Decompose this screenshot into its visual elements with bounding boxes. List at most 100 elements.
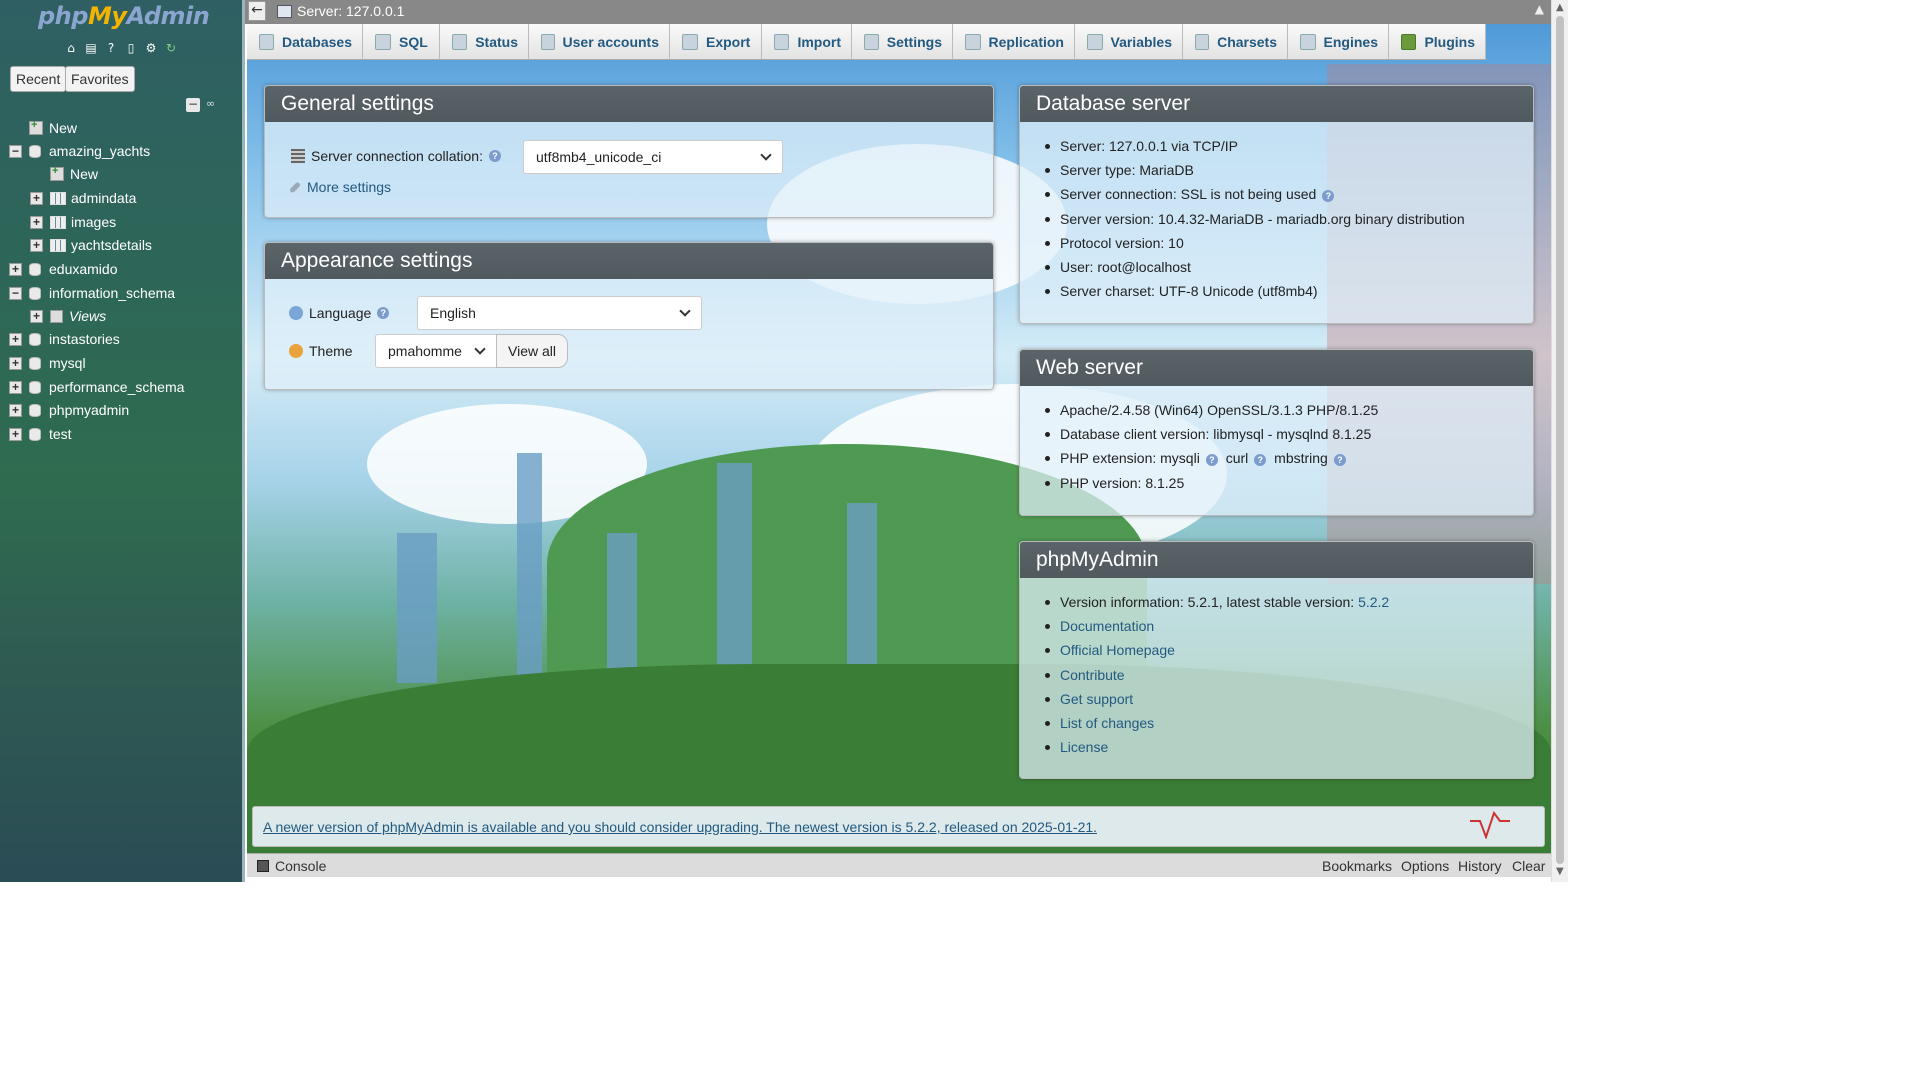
database-server-title: Database server [1020, 86, 1533, 122]
charsets-icon [1195, 33, 1210, 50]
tree-db-eduxamido[interactable]: + eduxamido [9, 258, 118, 280]
help-icon[interactable]: ? [1205, 453, 1218, 466]
tree-views[interactable]: + Views [30, 305, 106, 327]
help-icon[interactable]: ? [1254, 453, 1267, 466]
tab-variables[interactable]: Variables [1075, 24, 1183, 60]
recent-button[interactable]: Recent [10, 66, 67, 92]
console-toggle[interactable]: Console [275, 858, 326, 874]
more-settings-label[interactable]: More settings [307, 179, 391, 195]
tree-item-label: Views [69, 308, 107, 324]
list-item: PHP extension: mysqli? curl? mbstring? [1020, 446, 1533, 470]
tab-plugins[interactable]: Plugins [1389, 24, 1486, 60]
help-icon[interactable]: ? [1322, 189, 1335, 202]
collation-select[interactable]: utf8mb4_unicode_ci [523, 140, 783, 174]
tree-item-label: New [70, 166, 99, 182]
tab-sql[interactable]: SQL [363, 24, 440, 60]
database-icon [29, 332, 41, 346]
expand-icon[interactable]: + [9, 403, 22, 417]
expand-icon[interactable]: + [30, 215, 43, 229]
collapse-all-icon[interactable]: − [186, 98, 200, 112]
theme-select[interactable]: pmahomme [375, 334, 497, 368]
tab-label: Plugins [1424, 33, 1475, 50]
tree-db-instastories[interactable]: + instastories [9, 328, 120, 350]
console-history[interactable]: History [1458, 858, 1502, 874]
console-bar: Console Bookmarks Options History Clear [247, 853, 1551, 877]
collapse-icon[interactable]: − [9, 286, 22, 300]
help-icon[interactable]: ? [377, 307, 390, 319]
tab-import[interactable]: Import [762, 24, 852, 60]
documentation-link[interactable]: Documentation [1060, 618, 1154, 634]
expand-icon[interactable]: + [30, 238, 43, 252]
phpmyadmin-logo[interactable]: phpMyAdmin [38, 2, 210, 30]
tab-engines[interactable]: Engines [1288, 24, 1389, 60]
expand-icon[interactable]: + [30, 309, 43, 323]
more-settings-link[interactable]: More settings [288, 179, 391, 195]
console-clear[interactable]: Clear [1512, 858, 1545, 874]
favorites-button[interactable]: Favorites [65, 66, 135, 92]
list-of-changes-link[interactable]: List of changes [1060, 715, 1154, 731]
tree-new-database[interactable]: New [29, 117, 77, 139]
collapse-icon[interactable]: − [9, 144, 22, 158]
expand-icon[interactable]: + [9, 380, 22, 394]
console-options[interactable]: Options [1401, 858, 1449, 874]
expand-icon[interactable]: + [30, 191, 43, 205]
upgrade-notice-link[interactable]: A newer version of phpMyAdmin is availab… [263, 819, 1097, 835]
console-bookmarks[interactable]: Bookmarks [1322, 858, 1392, 874]
settings-icon[interactable]: ⚙ [143, 40, 159, 56]
tab-export[interactable]: Export [670, 24, 762, 60]
tree-db-mysql[interactable]: + mysql [9, 352, 86, 374]
view-all-themes-button[interactable]: View all [496, 334, 568, 368]
reload-icon[interactable]: ↻ [163, 40, 179, 56]
phpmyadmin-info-title: phpMyAdmin [1020, 542, 1533, 578]
language-select[interactable]: English [417, 296, 702, 330]
expand-icon[interactable]: + [9, 262, 22, 276]
tree-db-amazing-yachts[interactable]: − amazing_yachts [9, 140, 150, 162]
scroll-up-icon[interactable]: ▲ [1535, 2, 1544, 16]
get-support-link[interactable]: Get support [1060, 691, 1133, 707]
docs-icon[interactable]: ▯ [123, 40, 139, 56]
tab-user-accounts[interactable]: User accounts [529, 24, 670, 60]
latest-version-link[interactable]: 5.2.2 [1358, 594, 1389, 610]
tree-item-label: instastories [49, 331, 120, 347]
tree-db-performance-schema[interactable]: + performance_schema [9, 376, 184, 398]
tree-new-table[interactable]: New [50, 163, 98, 185]
license-link[interactable]: License [1060, 739, 1108, 755]
php-version: PHP version: 8.1.25 [1060, 474, 1185, 491]
home-icon[interactable]: ⌂ [63, 40, 79, 56]
tree-db-test[interactable]: + test [9, 423, 72, 445]
language-value: English [430, 305, 476, 321]
scroll-down-arrow-icon[interactable]: ▼ [1556, 866, 1564, 877]
help-icon[interactable]: ? [1333, 453, 1346, 466]
official-homepage-link[interactable]: Official Homepage [1060, 642, 1175, 658]
page-scrollbar[interactable]: ▲ ▼ [1551, 0, 1568, 882]
protocol-version: Protocol version: 10 [1060, 234, 1184, 251]
tree-db-phpmyadmin[interactable]: + phpmyadmin [9, 399, 129, 421]
server-breadcrumb[interactable]: Server: 127.0.0.1 [297, 3, 404, 19]
tab-charsets[interactable]: Charsets [1183, 24, 1288, 60]
help-icon[interactable]: ? [489, 150, 501, 162]
expand-icon[interactable]: + [9, 427, 22, 441]
tab-status[interactable]: Status [440, 24, 529, 60]
tree-item-label: images [71, 214, 117, 230]
general-settings-panel: General settings Server connection colla… [264, 85, 994, 218]
tab-databases[interactable]: Databases [247, 24, 363, 60]
expand-icon[interactable]: + [9, 356, 22, 370]
tab-replication[interactable]: Replication [953, 24, 1075, 60]
contribute-link[interactable]: Contribute [1060, 667, 1125, 683]
help-icon[interactable]: ? [103, 40, 119, 56]
tab-label: Variables [1110, 33, 1173, 50]
appearance-settings-title: Appearance settings [265, 243, 993, 279]
tree-table-images[interactable]: + images [30, 211, 116, 233]
tab-settings[interactable]: Settings [852, 24, 953, 60]
tree-table-admindata[interactable]: + admindata [30, 187, 136, 209]
link-with-main-icon[interactable]: ∞ [206, 97, 215, 110]
tree-table-yachtsdetails[interactable]: + yachtsdetails [30, 234, 152, 256]
tree-db-information-schema[interactable]: − information_schema [9, 282, 175, 304]
scroll-up-arrow-icon[interactable]: ▲ [1556, 2, 1564, 13]
exit-icon[interactable]: ▤ [83, 40, 99, 56]
tab-label: Settings [886, 33, 942, 50]
tab-label: Engines [1323, 33, 1378, 50]
expand-icon[interactable]: + [9, 332, 22, 346]
scrollbar-thumb[interactable] [1556, 16, 1564, 864]
collapse-navigation-button[interactable]: ← [248, 1, 266, 21]
